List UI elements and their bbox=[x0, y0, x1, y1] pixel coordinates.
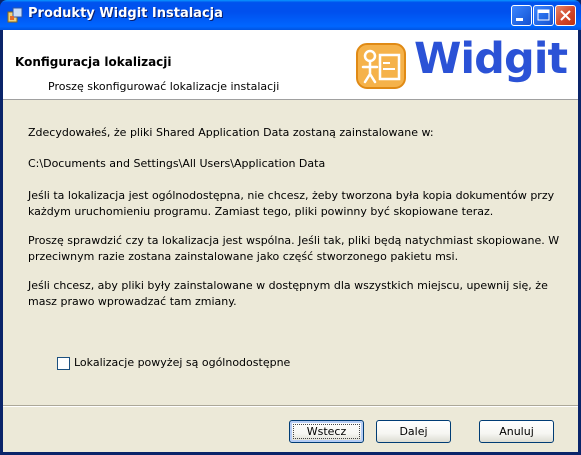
paragraph-line: przeciwnym razie zostana zainstalowane j… bbox=[28, 250, 459, 263]
installer-icon bbox=[7, 7, 23, 23]
widgit-logo: Widgit bbox=[354, 34, 570, 92]
cancel-button-label: Anuluj bbox=[499, 425, 534, 438]
next-button[interactable]: Dalej bbox=[376, 420, 451, 443]
title-bar[interactable]: Produkty Widgit Instalacja bbox=[0, 0, 581, 30]
intro-text: Zdecydowałeś, że pliki Shared Applicatio… bbox=[28, 126, 434, 139]
widgit-logo-icon bbox=[356, 43, 406, 89]
installer-window: Produkty Widgit Instalacja Konfiguracja … bbox=[0, 0, 581, 455]
page-title: Konfiguracja lokalizacji bbox=[15, 55, 172, 69]
dialog-client-area: Konfiguracja lokalizacji Proszę skonfigu… bbox=[3, 30, 578, 452]
install-path: C:\Documents and Settings\All Users\Appl… bbox=[28, 157, 326, 170]
minimize-icon bbox=[516, 18, 523, 21]
public-location-checkbox[interactable] bbox=[57, 357, 70, 370]
paragraph-permissions: Jeśli chcesz, aby pliki były zainstalowa… bbox=[28, 278, 568, 310]
maximize-button[interactable] bbox=[533, 5, 554, 26]
dialog-header: Konfiguracja lokalizacji Proszę skonfigu… bbox=[3, 30, 578, 100]
footer-separator bbox=[3, 405, 578, 407]
logo-wordmark: Widgit bbox=[414, 34, 568, 84]
back-button-label: Wstecz bbox=[306, 425, 347, 438]
page-subtitle: Proszę skonfigurować lokalizacje instala… bbox=[48, 80, 280, 93]
back-button[interactable]: Wstecz bbox=[289, 420, 364, 443]
cancel-button[interactable]: Anuluj bbox=[479, 420, 554, 443]
paragraph-public-location: Jeśli ta lokalizacja jest ogólnodostępna… bbox=[28, 188, 568, 220]
close-button[interactable] bbox=[555, 5, 576, 26]
window-title: Produkty Widgit Instalacja bbox=[28, 6, 223, 21]
maximize-icon bbox=[537, 9, 550, 21]
paragraph-line: Proszę sprawdzić czy ta lokalizacja jest… bbox=[28, 234, 560, 247]
paragraph-line: Jeśli chcesz, aby pliki były zainstalowa… bbox=[28, 279, 548, 292]
next-button-label: Dalej bbox=[399, 425, 428, 438]
paragraph-line: każdym uruchomieniu programu. Zamiast te… bbox=[28, 205, 494, 218]
minimize-button[interactable] bbox=[511, 5, 532, 26]
paragraph-line: masz prawo wprowadzać tam zmiany. bbox=[28, 295, 237, 308]
paragraph-line: Jeśli ta lokalizacja jest ogólnodostępna… bbox=[28, 189, 555, 202]
paragraph-check-shared: Proszę sprawdzić czy ta lokalizacja jest… bbox=[28, 233, 568, 265]
public-location-checkbox-label[interactable]: Lokalizacje powyżej są ogólnodostępne bbox=[74, 356, 290, 369]
close-icon bbox=[560, 10, 571, 21]
